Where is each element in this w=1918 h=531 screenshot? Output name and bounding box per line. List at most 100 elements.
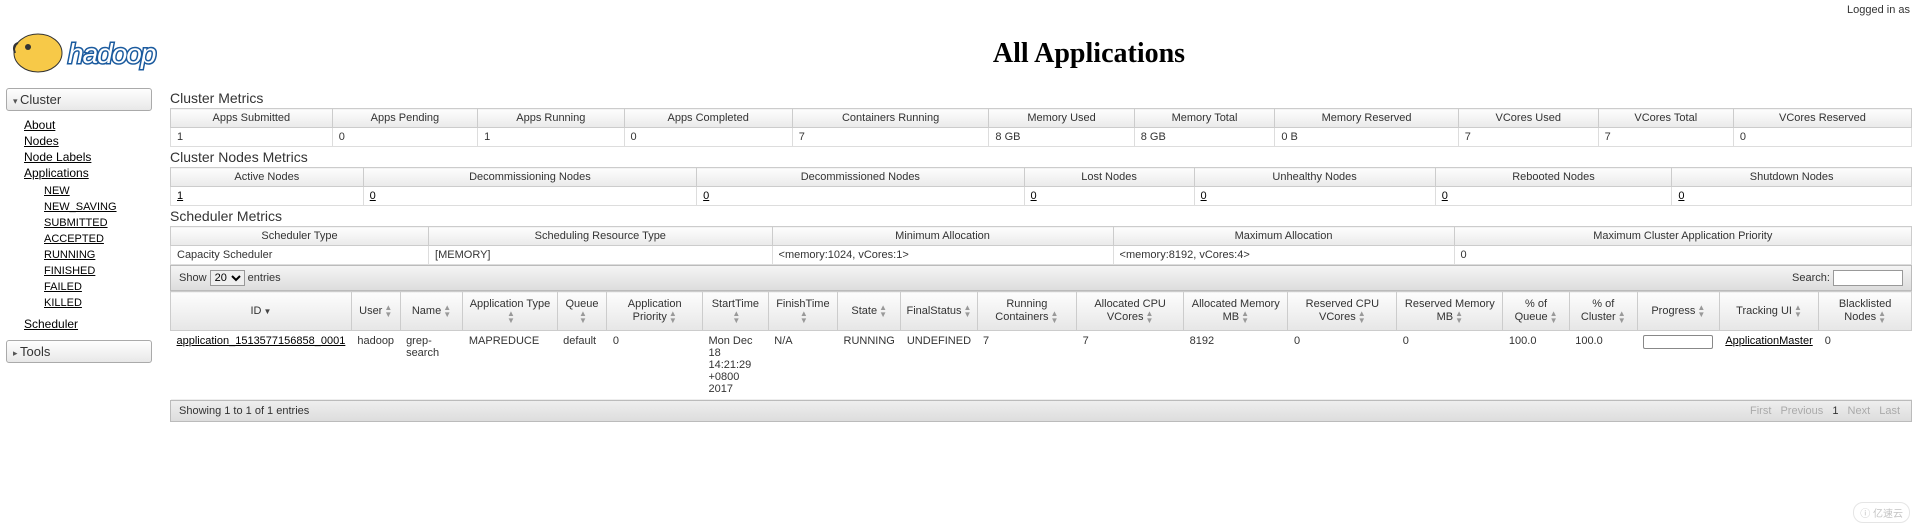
metric-header: Lost Nodes — [1024, 168, 1194, 187]
sort-icon — [384, 304, 392, 318]
metric-value: <memory:1024, vCores:1> — [772, 246, 1113, 265]
metric-value: <memory:8192, vCores:4> — [1113, 246, 1454, 265]
column-header[interactable]: Allocated Memory MB — [1184, 292, 1288, 331]
logged-in-label: Logged in as — [1847, 4, 1910, 16]
table-row: application_1513577156858_0001hadoopgrep… — [171, 331, 1912, 400]
nav-about[interactable]: About — [24, 118, 55, 132]
column-header[interactable]: FinishTime — [768, 292, 837, 331]
nav-group-tools[interactable]: Tools — [6, 340, 152, 363]
cell: 7 — [977, 331, 1077, 400]
node-count-link[interactable]: 0 — [1201, 190, 1207, 202]
nav-state-new[interactable]: NEW — [44, 185, 70, 197]
sort-icon — [1794, 304, 1802, 318]
metric-header: Unhealthy Nodes — [1194, 168, 1435, 187]
nav-applications[interactable]: Applications — [24, 166, 89, 180]
metric-header: Memory Total — [1134, 109, 1275, 128]
svg-text:hadoop: hadoop — [68, 38, 156, 69]
metric-header: Rebooted Nodes — [1435, 168, 1672, 187]
page-title: All Applications — [260, 38, 1918, 70]
metric-value: 8 GB — [989, 128, 1134, 147]
nav-nodes[interactable]: Nodes — [24, 134, 59, 148]
column-header[interactable]: Queue — [557, 292, 607, 331]
sort-icon — [1146, 310, 1154, 324]
sort-icon — [732, 310, 740, 324]
column-header[interactable]: % of Queue — [1503, 292, 1569, 331]
cell: 7 — [1077, 331, 1184, 400]
column-header[interactable]: Reserved Memory MB — [1397, 292, 1503, 331]
nav-state-accepted[interactable]: ACCEPTED — [44, 233, 104, 245]
sort-icon — [1358, 310, 1366, 324]
node-count-link[interactable]: 0 — [370, 190, 376, 202]
metric-header: Active Nodes — [171, 168, 364, 187]
nav-state-failed[interactable]: FAILED — [44, 281, 82, 293]
column-header[interactable]: Application Type — [463, 292, 557, 331]
node-count-link[interactable]: 0 — [1442, 190, 1448, 202]
cell — [1637, 331, 1719, 400]
metric-header: Apps Completed — [624, 109, 792, 128]
metric-value: 1 — [171, 128, 333, 147]
column-header[interactable]: Blacklisted Nodes — [1819, 292, 1912, 331]
cell: default — [557, 331, 607, 400]
nav-node-labels[interactable]: Node Labels — [24, 150, 91, 164]
sort-icon — [1618, 310, 1626, 324]
node-count-link[interactable]: 0 — [1678, 190, 1684, 202]
column-header[interactable]: ID — [171, 292, 352, 331]
column-header[interactable]: Reserved CPU VCores — [1288, 292, 1397, 331]
nav-group-cluster[interactable]: Cluster — [6, 88, 152, 111]
sort-icon — [964, 304, 972, 318]
metric-header: Decommissioning Nodes — [363, 168, 696, 187]
column-header[interactable]: Name — [400, 292, 463, 331]
search-input[interactable] — [1833, 270, 1903, 286]
cell: RUNNING — [838, 331, 901, 400]
metric-header: Scheduler Type — [171, 227, 429, 246]
metric-value: 7 — [1598, 128, 1733, 147]
node-count-link[interactable]: 0 — [1031, 190, 1037, 202]
metric-header: Maximum Allocation — [1113, 227, 1454, 246]
nav-state-submitted[interactable]: SUBMITTED — [44, 217, 108, 229]
pager-last[interactable]: Last — [1879, 405, 1900, 417]
pager-first[interactable]: First — [1750, 405, 1771, 417]
nav-state-new-saving[interactable]: NEW_SAVING — [44, 201, 117, 213]
node-count-link[interactable]: 0 — [703, 190, 709, 202]
metric-value: [MEMORY] — [429, 246, 773, 265]
cell: 8192 — [1184, 331, 1288, 400]
cell: application_1513577156858_0001 — [171, 331, 352, 400]
column-header[interactable]: Progress — [1637, 292, 1719, 331]
metric-header: Maximum Cluster Application Priority — [1454, 227, 1911, 246]
column-header[interactable]: Application Priority — [607, 292, 703, 331]
cell: UNDEFINED — [901, 331, 977, 400]
cell: 0 — [1397, 331, 1503, 400]
nav-state-finished[interactable]: FINISHED — [44, 265, 95, 277]
pager-page[interactable]: 1 — [1832, 405, 1838, 417]
metric-header: Minimum Allocation — [772, 227, 1113, 246]
nav-scheduler[interactable]: Scheduler — [24, 317, 78, 331]
metric-header: Memory Used — [989, 109, 1134, 128]
column-header[interactable]: Allocated CPU VCores — [1077, 292, 1184, 331]
node-count-link[interactable]: 1 — [177, 190, 183, 202]
column-header[interactable]: State — [838, 292, 901, 331]
tracking-link[interactable]: ApplicationMaster — [1725, 335, 1812, 347]
sidebar: Cluster About Nodes Node Labels Applicat… — [0, 88, 158, 422]
pager-prev[interactable]: Previous — [1780, 405, 1823, 417]
metric-value: 0 — [332, 128, 477, 147]
column-header[interactable]: % of Cluster — [1569, 292, 1637, 331]
cluster-metrics-table: Apps SubmittedApps PendingApps RunningAp… — [170, 108, 1912, 147]
sort-icon — [507, 310, 515, 324]
nav-state-killed[interactable]: KILLED — [44, 297, 82, 309]
column-header[interactable]: Tracking UI — [1719, 292, 1818, 331]
column-header[interactable]: User — [351, 292, 400, 331]
column-header[interactable]: StartTime — [702, 292, 768, 331]
pager-next[interactable]: Next — [1848, 405, 1871, 417]
metric-value: 0 — [1454, 246, 1911, 265]
cell: N/A — [768, 331, 837, 400]
column-header[interactable]: Running Containers — [977, 292, 1077, 331]
apps-toolbar: Show 20 entries Search: — [170, 265, 1912, 291]
column-header[interactable]: FinalStatus — [901, 292, 977, 331]
app-id-link[interactable]: application_1513577156858_0001 — [177, 335, 346, 347]
cell: MAPREDUCE — [463, 331, 557, 400]
sort-icon — [1050, 310, 1058, 324]
cell: 0 — [607, 331, 703, 400]
sort-icon — [669, 310, 677, 324]
nav-state-running[interactable]: RUNNING — [44, 249, 95, 261]
page-length-select[interactable]: 20 — [210, 270, 245, 286]
